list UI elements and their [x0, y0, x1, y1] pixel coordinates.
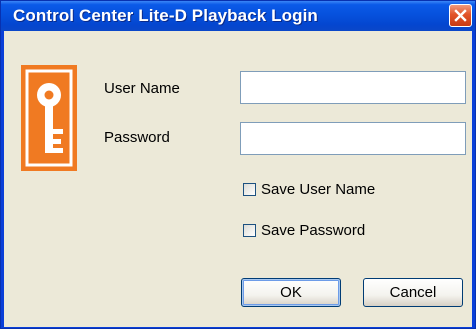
- username-input[interactable]: [240, 71, 466, 104]
- save-username-checkbox[interactable]: [243, 183, 256, 196]
- username-label: User Name: [104, 80, 180, 97]
- save-password-checkbox[interactable]: [243, 224, 256, 237]
- password-input[interactable]: [240, 122, 466, 155]
- close-button[interactable]: [449, 4, 472, 27]
- window-title: Control Center Lite-D Playback Login: [13, 6, 318, 25]
- save-password-label: Save Password: [261, 222, 366, 239]
- dialog-body: User Name Password Save User Name Save P…: [4, 31, 472, 327]
- password-label: Password: [104, 129, 170, 146]
- close-icon: [454, 9, 467, 22]
- ok-button[interactable]: OK: [241, 278, 341, 307]
- save-username-option[interactable]: Save User Name: [243, 181, 375, 198]
- save-password-option[interactable]: Save Password: [243, 222, 365, 239]
- key-icon: [21, 65, 77, 171]
- save-username-label: Save User Name: [261, 181, 376, 198]
- cancel-button[interactable]: Cancel: [363, 278, 463, 307]
- login-dialog: Control Center Lite-D Playback Login Use…: [0, 0, 476, 329]
- title-bar[interactable]: Control Center Lite-D Playback Login: [1, 1, 475, 31]
